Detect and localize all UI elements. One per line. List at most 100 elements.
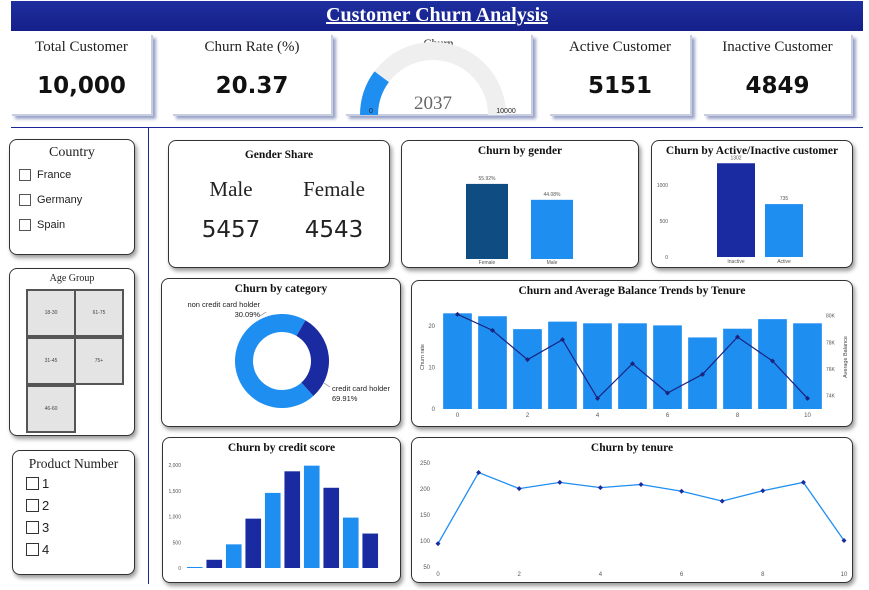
option-label: 1 [42,476,50,491]
bar [717,163,755,257]
female-label: Female [303,177,365,201]
kpi-active-customer: Active Customer 5151 [550,35,692,116]
bar [531,199,573,259]
female-value: 4543 [304,217,364,243]
tenure-marker [679,488,685,494]
age-tile-18-30[interactable]: 18-30 [26,289,76,337]
age-tile-31-45[interactable]: 31-45 [26,337,76,385]
y-right-tick-label: 80K [826,314,836,320]
bar [513,329,542,409]
y-tick-label: 2,000 [168,463,181,469]
tenure-marker [760,488,766,494]
leader-line [259,311,267,317]
kpi-total-customer: Total Customer 10,000 [12,35,153,116]
country-option-france[interactable]: France [19,169,71,181]
bar [653,325,682,409]
checkbox[interactable] [19,194,31,206]
bar [245,518,262,568]
churn-gauge: 2037 0 10000 [360,42,516,116]
bar [342,517,359,568]
y-tick-label: 200 [420,487,431,493]
x-tick-label: 0 [456,413,460,419]
option-label: 3 [42,520,50,535]
slice-value: 69.91% [332,394,358,403]
gauge-value: 2037 [414,93,452,114]
country-option-germany[interactable]: Germany [19,194,82,206]
kpi-label: Churn Rate (%) [204,39,300,55]
churn-by-category-card: Churn by category non credit card holder… [161,278,401,427]
y-tick-label: 1000 [657,183,668,189]
kpi-value: 5151 [587,73,652,99]
tenure-marker [597,485,603,491]
kpi-inactive-customer: Inactive Customer 4849 [704,35,853,116]
churn-by-credit-score-chart: 0 500 1,000 1,500 2,000 [168,463,379,572]
checkbox[interactable] [26,499,39,512]
churn-by-category-chart: non credit card holder30.09% credit card … [187,300,390,408]
bar [758,319,787,409]
data-label: 735 [780,196,789,202]
x-tick-label: Female [479,260,496,266]
bar [548,321,577,409]
data-label: 1302 [730,155,741,161]
y-right-tick-label: 78K [826,340,836,346]
x-tick-label: 6 [666,413,670,419]
x-tick-label: 4 [596,413,600,419]
age-tile-61-75[interactable]: 61-75 [74,289,124,337]
gender-share-card: Gender Share Male Female 5457 4543 [168,140,390,268]
bar [225,544,242,568]
y-right-axis-title: Average Balance [843,336,849,378]
checkbox[interactable] [26,477,39,490]
slice-label: credit card holder [332,384,390,393]
tenure-marker [516,486,522,492]
checkbox[interactable] [26,543,39,556]
age-tile-75-plus[interactable]: 75+ [74,337,124,385]
product-option-4[interactable]: 4 [26,542,49,557]
kpi-churn-gauge: Churn 2037 0 10000 [346,35,533,116]
male-label: Male [209,177,253,201]
y-tick-label: 100 [420,539,431,545]
x-tick-label: 8 [761,572,765,578]
slicer-title: Age Group [49,273,95,284]
checkbox[interactable] [19,219,31,231]
x-tick-label: Male [547,260,558,266]
data-label: 44.08% [544,192,562,198]
y-tick-label: 0 [178,566,181,572]
option-label: France [37,169,72,181]
option-label: Spain [37,219,66,231]
y-tick-label: 0 [432,407,436,413]
kpi-label: Total Customer [35,39,128,55]
y-tick-label: 500 [173,540,182,546]
card-title: Gender Share [244,149,314,161]
churn-balance-tenure-chart: 0102074K76K78K80KChurn rate Average Balan… [420,311,849,419]
checkbox[interactable] [19,169,31,181]
bar [723,328,752,409]
bar [443,313,472,409]
product-option-1[interactable]: 1 [26,476,49,491]
slice-value: 30.09% [235,310,261,319]
tenure-marker [638,481,644,487]
x-tick-label: 2 [526,413,530,419]
country-option-spain[interactable]: Spain [19,219,65,231]
gauge-max: 10000 [496,108,516,115]
country-slicer: Country France Germany Spain [9,139,135,255]
dashboard-title: Customer Churn Analysis [11,1,863,31]
male-value: 5457 [201,217,261,243]
product-option-3[interactable]: 3 [26,520,49,535]
gauge-min: 0 [369,108,373,115]
y-tick-label: 10 [428,365,435,371]
product-option-2[interactable]: 2 [26,498,49,513]
bar [284,471,301,568]
x-tick-label: 8 [736,413,740,419]
slicer-title: Country [49,145,95,160]
tenure-marker [719,498,725,504]
bar [264,492,281,568]
y-tick-label: 1,500 [168,489,181,495]
kpi-churn-rate: Churn Rate (%) 20.37 [173,35,333,116]
kpi-value: 10,000 [37,73,126,99]
x-tick-label: 10 [804,413,811,419]
y-tick-label: 50 [423,565,430,571]
churn-by-credit-score-card: Churn by credit score 0 500 1,000 1,500 2,00… [162,437,401,583]
age-tile-46-60[interactable]: 46-60 [26,385,76,433]
checkbox[interactable] [26,521,39,534]
vertical-divider [148,128,149,584]
